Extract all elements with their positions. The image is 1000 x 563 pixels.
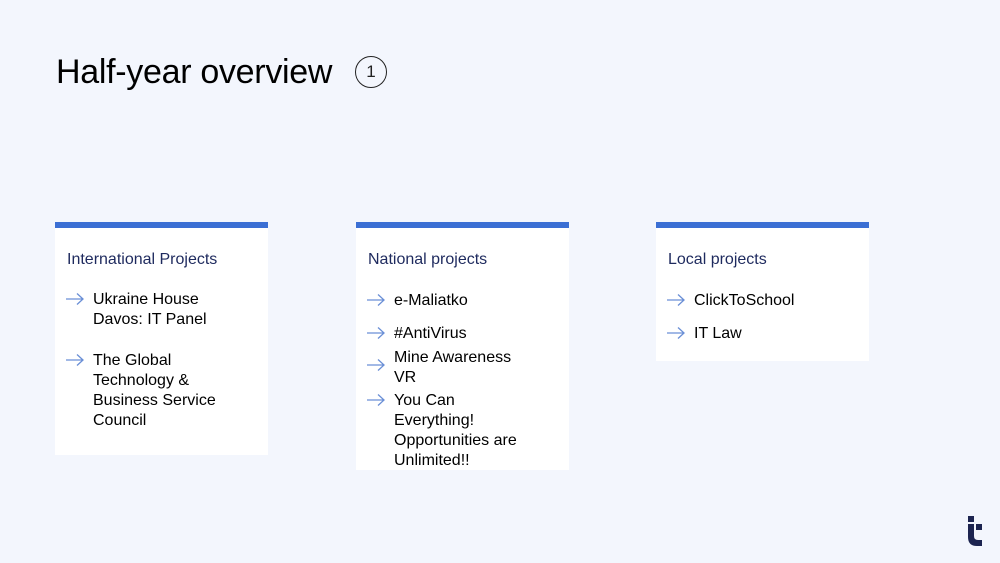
card-national-projects: National projects e-Maliatko #AntiVirus …	[356, 222, 569, 470]
list-item-label: The Global Technology & Business Service…	[93, 352, 216, 429]
card-title: Local projects	[668, 251, 767, 268]
list-item-label: #AntiVirus	[394, 325, 467, 342]
card-local-projects: Local projects ClickToSchool IT Law	[656, 222, 869, 361]
arrow-right-icon	[367, 359, 385, 371]
arrow-right-icon	[367, 394, 385, 406]
card-title: International Projects	[67, 251, 218, 268]
arrow-right-icon	[367, 327, 385, 339]
slide-title: Half-year overview	[56, 53, 333, 91]
list-item-label: IT Law	[694, 325, 742, 342]
list-item-label: You Can Everything! Opportunities are Un…	[394, 392, 517, 469]
brand-logo-icon	[968, 516, 982, 546]
arrow-right-icon	[667, 294, 685, 306]
arrow-right-icon	[367, 294, 385, 306]
list-item-label: Mine Awareness VR	[394, 349, 512, 386]
list-item-label: Ukraine House Davos: IT Panel	[93, 291, 207, 328]
card-international-projects: International Projects Ukraine House Dav…	[55, 222, 268, 455]
card-title: National projects	[368, 251, 488, 268]
list-item-label: e-Maliatko	[394, 292, 468, 309]
arrow-right-icon	[66, 293, 84, 305]
arrow-right-icon	[667, 327, 685, 339]
list-item-label: ClickToSchool	[694, 292, 795, 309]
page-number-badge: 1	[355, 56, 387, 88]
arrow-right-icon	[66, 354, 84, 366]
